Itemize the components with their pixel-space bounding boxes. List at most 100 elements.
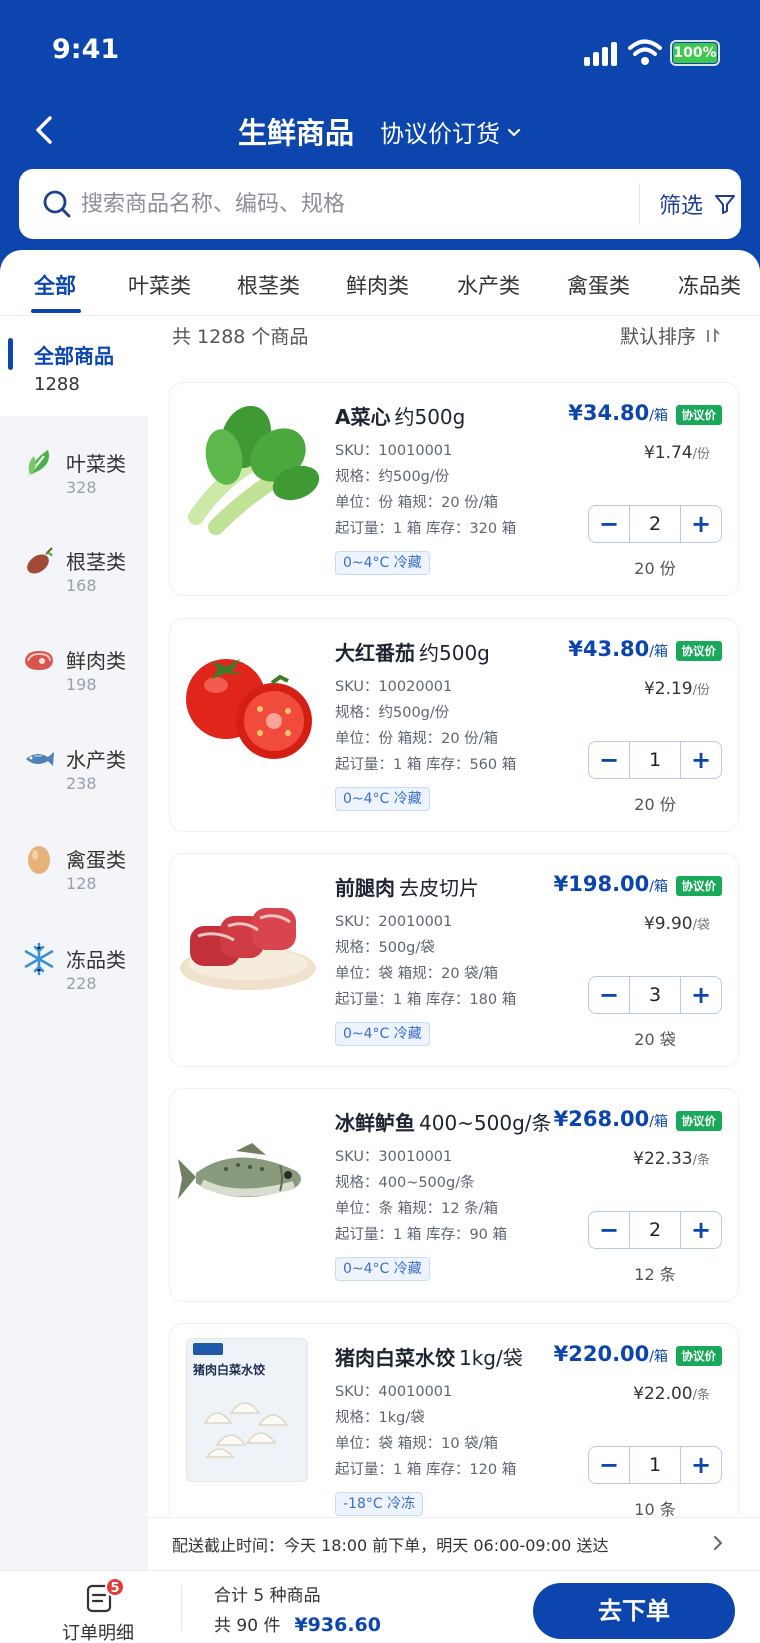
tab-meat[interactable]: 鲜肉类 bbox=[346, 270, 409, 300]
product-unit: 单位：份 箱规：20 份/箱 bbox=[335, 495, 499, 511]
increment-button[interactable]: + bbox=[681, 742, 721, 778]
sort-button[interactable]: 默认排序 bbox=[620, 322, 720, 349]
tab-leafy[interactable]: 叶菜类 bbox=[128, 270, 191, 300]
product-card[interactable]: 冰鲜鲈鱼 400~500g/条 SKU：30010001 规格：400~500g/… bbox=[169, 1088, 739, 1302]
temperature-tag: 0~4°C 冷藏 bbox=[335, 787, 430, 811]
package-label: 猪肉白菜水饺 bbox=[193, 1363, 266, 1377]
product-price: ¥43.80/箱 bbox=[568, 637, 668, 661]
product-image-dumplings: 猪肉白菜水饺 bbox=[186, 1338, 308, 1482]
back-icon[interactable] bbox=[26, 110, 66, 150]
sidebar-item-count: 128 bbox=[66, 874, 97, 893]
product-unit: 单位：份 箱规：20 份/箱 bbox=[335, 731, 499, 747]
product-unit: 单位：袋 箱规：10 袋/箱 bbox=[335, 1436, 499, 1452]
order-total-price: ¥936.60 bbox=[294, 1614, 381, 1636]
sidebar-item-frozen[interactable]: 冻品类 228 bbox=[0, 912, 148, 1012]
sidebar-item-seafood[interactable]: 水产类 238 bbox=[0, 712, 148, 812]
content-panel: 全部 叶菜类 根茎类 鲜肉类 水产类 禽蛋类 冻品类 全部商品 1288 叶菜类… bbox=[0, 250, 760, 1570]
product-sku: SKU：40010001 bbox=[335, 1384, 453, 1400]
decrement-button[interactable]: − bbox=[589, 506, 629, 542]
sidebar-item-meat[interactable]: 鲜肉类 198 bbox=[0, 613, 148, 713]
temperature-tag: 0~4°C 冷藏 bbox=[335, 1257, 430, 1281]
order-item-count: 共 90 件 bbox=[214, 1616, 281, 1636]
tab-frozen[interactable]: 冻品类 bbox=[678, 270, 741, 300]
tab-seafood[interactable]: 水产类 bbox=[457, 270, 520, 300]
meat-icon bbox=[25, 651, 53, 670]
sidebar-item-root[interactable]: 根茎类 168 bbox=[0, 514, 148, 614]
product-moq-stock: 起订量：1 箱 库存：560 箱 bbox=[335, 757, 517, 773]
place-order-button[interactable]: 去下单 bbox=[533, 1583, 735, 1639]
decrement-button[interactable]: − bbox=[589, 1212, 629, 1248]
chevron-down-icon bbox=[507, 128, 521, 137]
sweet-potato-icon bbox=[27, 547, 53, 574]
product-card[interactable]: 猪肉白菜水饺 猪肉白菜水饺 1kg/袋 SKU：40010001 规格：1kg/袋… bbox=[169, 1323, 739, 1537]
battery-icon: 100% bbox=[670, 40, 720, 66]
sidebar-item-poultry-egg[interactable]: 禽蛋类 128 bbox=[0, 812, 148, 912]
product-spec: 规格：500g/袋 bbox=[335, 940, 435, 956]
tab-root[interactable]: 根茎类 bbox=[237, 270, 300, 300]
order-detail-button[interactable]: 5 订单明细 bbox=[58, 1577, 138, 1643]
sidebar-item-label: 水产类 bbox=[66, 748, 126, 772]
product-price: ¥220.00/箱 bbox=[553, 1342, 668, 1366]
quantity-value[interactable]: 1 bbox=[629, 742, 681, 778]
product-unit: 单位：袋 箱规：20 袋/箱 bbox=[335, 966, 499, 982]
product-name: A菜心 约500g bbox=[335, 405, 466, 429]
sidebar-item-count: 328 bbox=[66, 478, 97, 497]
tab-poultry-egg[interactable]: 禽蛋类 bbox=[567, 270, 630, 300]
unit-price: ¥1.74/份 bbox=[643, 443, 710, 463]
product-moq-stock: 起订量：1 箱 库存：320 箱 bbox=[335, 521, 517, 537]
filter-button[interactable]: 筛选 bbox=[659, 169, 737, 239]
sidebar-item-count: 228 bbox=[66, 974, 97, 993]
sort-label: 默认排序 bbox=[620, 326, 697, 348]
order-mode-dropdown[interactable]: 协议价订货 bbox=[380, 114, 522, 149]
sidebar-item-all[interactable]: 全部商品 1288 bbox=[0, 316, 148, 416]
product-moq-stock: 起订量：1 箱 库存：180 箱 bbox=[335, 992, 517, 1008]
increment-button[interactable]: + bbox=[681, 506, 721, 542]
search-divider bbox=[639, 183, 640, 225]
quantity-value[interactable]: 2 bbox=[629, 1212, 681, 1248]
sidebar-active-indicator bbox=[8, 338, 13, 370]
quantity-value[interactable]: 2 bbox=[629, 506, 681, 542]
decrement-button[interactable]: − bbox=[589, 977, 629, 1013]
temperature-tag: 0~4°C 冷藏 bbox=[335, 551, 430, 575]
status-bar: 9:41 100% bbox=[0, 0, 760, 100]
product-card[interactable]: A菜心 约500g SKU：10010001 规格：约500g/份 单位：份 箱规… bbox=[169, 382, 739, 596]
product-name: 大红番茄 约500g bbox=[335, 641, 490, 665]
quantity-value[interactable]: 1 bbox=[629, 1447, 681, 1483]
product-sku: SKU：30010001 bbox=[335, 1149, 453, 1165]
decrement-button[interactable]: − bbox=[589, 1447, 629, 1483]
page-title: 生鲜商品 bbox=[238, 116, 355, 150]
agreement-price-badge: 协议价 bbox=[675, 1346, 722, 1366]
product-name: 冰鲜鲈鱼 400~500g/条 bbox=[335, 1111, 552, 1135]
sidebar-item-leafy[interactable]: 叶菜类 328 bbox=[0, 416, 148, 516]
product-image-fish bbox=[178, 1143, 301, 1199]
product-count-summary: 共 1288 个商品 bbox=[172, 326, 309, 348]
quantity-total: 20 份 bbox=[634, 559, 676, 578]
delivery-text: 配送截止时间：今天 18:00 前下单，明天 06:00-09:00 送达 bbox=[172, 1536, 609, 1555]
tab-all[interactable]: 全部 bbox=[34, 270, 76, 300]
increment-button[interactable]: + bbox=[681, 1212, 721, 1248]
battery-level: 100% bbox=[673, 43, 717, 63]
quantity-stepper: − 2 + bbox=[588, 1211, 722, 1249]
agreement-price-badge: 协议价 bbox=[675, 876, 722, 896]
product-card[interactable]: 前腿肉 去皮切片 SKU：20010001 规格：500g/袋 单位：袋 箱规：2… bbox=[169, 853, 739, 1067]
status-time: 9:41 bbox=[52, 34, 120, 65]
quantity-value[interactable]: 3 bbox=[629, 977, 681, 1013]
search-input[interactable] bbox=[81, 169, 621, 239]
decrement-button[interactable]: − bbox=[589, 742, 629, 778]
product-unit: 单位：条 箱规：12 条/箱 bbox=[335, 1201, 499, 1217]
order-summary-total: 共 90 件 ¥936.60 bbox=[214, 1611, 381, 1636]
sidebar-item-label: 鲜肉类 bbox=[66, 649, 126, 673]
delivery-info-bar[interactable]: 配送截止时间：今天 18:00 前下单，明天 06:00-09:00 送达 bbox=[148, 1517, 760, 1567]
sidebar-item-label: 冻品类 bbox=[66, 948, 126, 972]
product-card[interactable]: 大红番茄 约500g SKU：10020001 规格：约500g/份 单位：份 箱… bbox=[169, 618, 739, 832]
product-price: ¥198.00/箱 bbox=[553, 872, 668, 896]
order-count-badge: 5 bbox=[105, 1577, 125, 1597]
leafy-vegetable-icon bbox=[27, 450, 49, 477]
increment-button[interactable]: + bbox=[681, 1447, 721, 1483]
product-moq-stock: 起订量：1 箱 库存：90 箱 bbox=[335, 1227, 508, 1243]
temperature-tag: -18°C 冷冻 bbox=[335, 1492, 424, 1516]
increment-button[interactable]: + bbox=[681, 977, 721, 1013]
product-name: 前腿肉 去皮切片 bbox=[335, 876, 479, 900]
agreement-price-badge: 协议价 bbox=[675, 641, 722, 661]
fish-icon bbox=[26, 752, 54, 766]
